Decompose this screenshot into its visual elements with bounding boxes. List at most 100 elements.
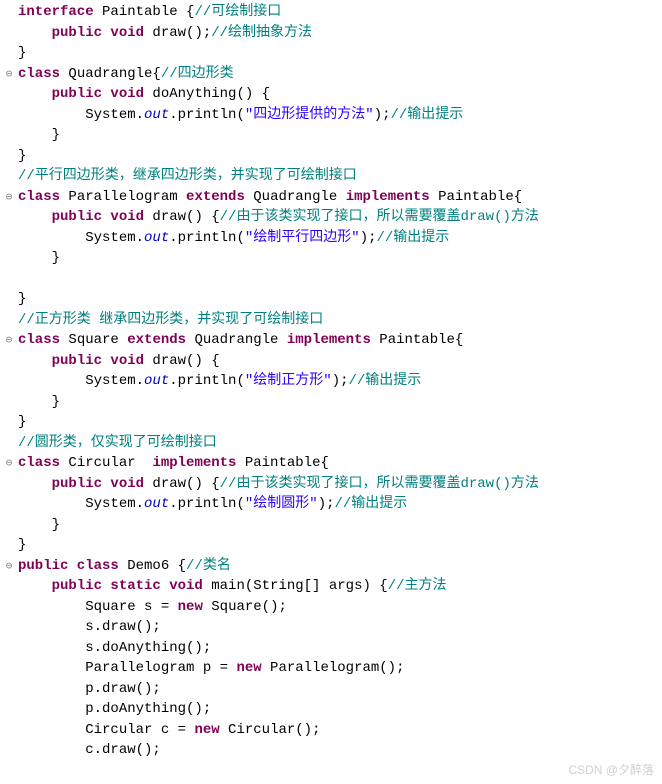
fold-mark xyxy=(0,720,18,741)
code-token: draw() { xyxy=(144,209,220,225)
code-line: class Parallelogram extends Quadrangle i… xyxy=(18,187,662,208)
fold-mark xyxy=(0,310,18,331)
fold-mark xyxy=(0,617,18,638)
code-line xyxy=(18,269,662,290)
fold-mark xyxy=(0,699,18,720)
fold-mark xyxy=(0,535,18,556)
fold-mark[interactable]: ⊖ xyxy=(0,556,18,577)
code-token: //绘制抽象方法 xyxy=(211,25,312,41)
code-token: } xyxy=(18,291,26,307)
fold-mark xyxy=(0,269,18,290)
code-line: //正方形类 继承四边形类，并实现了可绘制接口 xyxy=(18,310,662,331)
code-token: new xyxy=(178,599,203,615)
code-token: Paintable{ xyxy=(236,455,328,471)
code-token: public void xyxy=(52,476,144,492)
code-line: Parallelogram p = new Parallelogram(); xyxy=(18,658,662,679)
code-token: c.draw(); xyxy=(18,742,161,758)
code-line: public void draw();//绘制抽象方法 xyxy=(18,23,662,44)
code-token: Paintable { xyxy=(94,4,195,20)
code-line: } xyxy=(18,248,662,269)
code-line: } xyxy=(18,535,662,556)
code-line: System.out.println("四边形提供的方法");//输出提示 xyxy=(18,105,662,126)
code-line: public static void main(String[] args) {… xyxy=(18,576,662,597)
code-token: p.draw(); xyxy=(18,681,161,697)
code-line: //圆形类，仅实现了可绘制接口 xyxy=(18,433,662,454)
code-token: draw() { xyxy=(144,476,220,492)
code-line: System.out.println("绘制正方形");//输出提示 xyxy=(18,371,662,392)
code-token: Quadrangle xyxy=(186,332,287,348)
code-line: //平行四边形类，继承四边形类，并实现了可绘制接口 xyxy=(18,166,662,187)
code-token: //输出提示 xyxy=(349,373,422,389)
fold-mark[interactable]: ⊖ xyxy=(0,453,18,474)
fold-mark xyxy=(0,597,18,618)
code-line: interface Paintable {//可绘制接口 xyxy=(18,2,662,23)
code-line: Square s = new Square(); xyxy=(18,597,662,618)
watermark: CSDN @夕醉落 xyxy=(568,761,654,778)
code-token: implements xyxy=(346,189,430,205)
code-token xyxy=(18,476,52,492)
fold-mark xyxy=(0,23,18,44)
code-line: p.draw(); xyxy=(18,679,662,700)
code-line: class Square extends Quadrangle implemen… xyxy=(18,330,662,351)
code-token xyxy=(18,209,52,225)
code-token: Square(); xyxy=(203,599,287,615)
code-token: //正方形类 继承四边形类，并实现了可绘制接口 xyxy=(18,312,323,328)
code-token: //输出提示 xyxy=(335,496,408,512)
code-line: p.doAnything(); xyxy=(18,699,662,720)
code-token: Paintable{ xyxy=(371,332,463,348)
fold-mark xyxy=(0,207,18,228)
fold-mark xyxy=(0,515,18,536)
code-token: Paintable{ xyxy=(430,189,522,205)
code-token: interface xyxy=(18,4,94,20)
code-token xyxy=(18,25,52,41)
fold-mark xyxy=(0,412,18,433)
code-token: class xyxy=(18,66,60,82)
code-token: .println( xyxy=(169,107,245,123)
code-line: } xyxy=(18,125,662,146)
code-line: public void draw() {//由于该类实现了接口，所以需要覆盖dr… xyxy=(18,207,662,228)
code-token: main(String[] args) { xyxy=(203,578,388,594)
code-token: System. xyxy=(18,496,144,512)
fold-mark[interactable]: ⊖ xyxy=(0,330,18,351)
code-token: Parallelogram xyxy=(60,189,186,205)
code-token: .println( xyxy=(169,230,245,246)
code-token: } xyxy=(18,414,26,430)
fold-mark xyxy=(0,248,18,269)
code-token: doAnything() { xyxy=(144,86,270,102)
code-line: } xyxy=(18,515,662,536)
code-token: ); xyxy=(332,373,349,389)
code-line: public class Demo6 {//类名 xyxy=(18,556,662,577)
fold-mark[interactable]: ⊖ xyxy=(0,64,18,85)
code-token: Circular(); xyxy=(220,722,321,738)
code-token: //可绘制接口 xyxy=(194,4,281,20)
code-token: public void xyxy=(52,25,144,41)
code-line: c.draw(); xyxy=(18,740,662,761)
fold-mark xyxy=(0,2,18,23)
code-area: interface Paintable {//可绘制接口 public void… xyxy=(18,0,662,784)
code-token: //主方法 xyxy=(388,578,447,594)
code-token: .println( xyxy=(169,373,245,389)
fold-mark[interactable]: ⊖ xyxy=(0,187,18,208)
code-line: Circular c = new Circular(); xyxy=(18,720,662,741)
code-token: Demo6 { xyxy=(119,558,186,574)
code-line: s.doAnything(); xyxy=(18,638,662,659)
code-token: "绘制圆形" xyxy=(245,496,318,512)
code-line: System.out.println("绘制圆形");//输出提示 xyxy=(18,494,662,515)
code-token: //由于该类实现了接口，所以需要覆盖draw()方法 xyxy=(220,209,539,225)
fold-mark xyxy=(0,289,18,310)
code-token: //平行四边形类，继承四边形类，并实现了可绘制接口 xyxy=(18,168,357,184)
code-token: out xyxy=(144,496,169,512)
code-token: } xyxy=(18,394,60,410)
code-token: new xyxy=(236,660,261,676)
code-token: //输出提示 xyxy=(391,107,464,123)
code-token: //输出提示 xyxy=(377,230,450,246)
fold-mark xyxy=(0,392,18,413)
code-token: out xyxy=(144,373,169,389)
code-token xyxy=(18,353,52,369)
code-token: extends xyxy=(127,332,186,348)
code-line: } xyxy=(18,412,662,433)
code-token: ); xyxy=(318,496,335,512)
code-token: "四边形提供的方法" xyxy=(245,107,374,123)
code-token: .println( xyxy=(169,496,245,512)
code-token: Parallelogram p = xyxy=(18,660,236,676)
